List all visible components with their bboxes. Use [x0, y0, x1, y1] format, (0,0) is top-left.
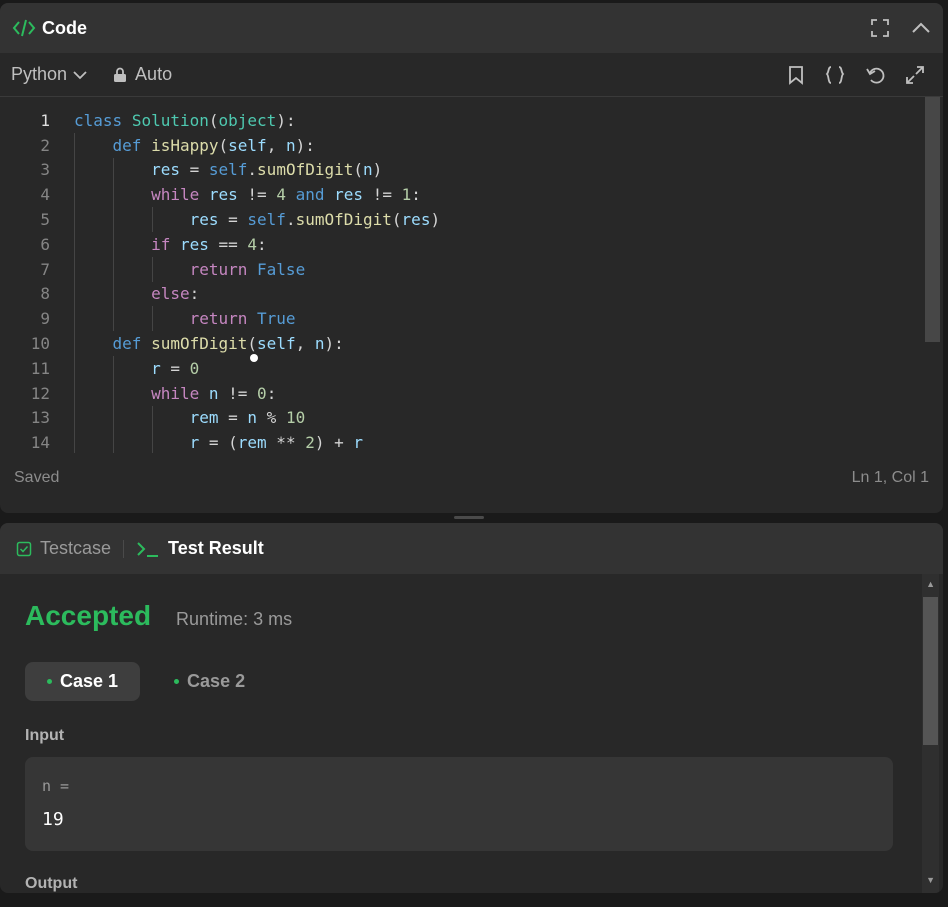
input-var-name: n = [42, 777, 70, 795]
line-number: 10 [30, 334, 50, 354]
line-number: 5 [40, 210, 50, 230]
code-line: 1 class Solution(object): [0, 108, 943, 133]
cursor-position: Ln 1, Col 1 [851, 469, 929, 486]
result-scrollbar-thumb[interactable] [923, 597, 938, 745]
code-line: 3 res = self.sumOfDigit(n) [0, 157, 943, 183]
format-braces-icon[interactable] [824, 65, 846, 85]
input-label: Input [25, 727, 65, 744]
tab-test-result-label: Test Result [168, 538, 264, 558]
tab-testcase-label: Testcase [40, 538, 112, 558]
case-1-button[interactable]: Case 1 [25, 662, 141, 701]
code-line: 13 rem = n % 10 [0, 405, 943, 431]
terminal-icon [136, 540, 160, 558]
code-line: 4 while res != 4 and res != 1: [0, 182, 943, 208]
verdict-label: Accepted [25, 600, 152, 631]
line-number: 13 [30, 408, 50, 428]
output-label: Output [25, 875, 78, 892]
line-number: 2 [40, 135, 50, 155]
line-number: 1 [40, 110, 50, 130]
mouse-cursor [250, 354, 258, 362]
fullscreen-icon[interactable] [871, 19, 889, 37]
line-number: 14 [30, 433, 50, 453]
expand-icon[interactable] [906, 65, 924, 84]
line-number: 3 [40, 160, 50, 180]
chevron-down-icon [73, 70, 87, 80]
code-header: Code [0, 3, 943, 53]
save-status: Saved [14, 469, 60, 486]
code-line: 6 if res == 4: [0, 231, 943, 257]
line-number: 4 [40, 185, 50, 205]
editor-toolbar: Python Auto [0, 53, 943, 97]
line-number: 7 [40, 259, 50, 279]
pass-dot-icon [47, 679, 52, 684]
editor-statusbar: Saved Ln 1, Col 1 [0, 453, 943, 503]
auto-mode[interactable]: Auto [113, 64, 172, 85]
result-tabs: Testcase Test Result [0, 523, 943, 574]
reset-icon[interactable] [866, 65, 886, 85]
language-label: Python [11, 64, 68, 84]
tab-testcase[interactable]: Testcase [16, 538, 111, 559]
tab-divider [123, 539, 125, 558]
case-2-button[interactable]: Case 2 [152, 662, 267, 701]
code-editor[interactable]: 1 class Solution(object): 2 def isHappy(… [0, 97, 943, 453]
input-box: n = 19 [25, 757, 893, 851]
code-title: Code [42, 17, 87, 38]
code-line: 10 def sumOfDigit(self, n): [0, 331, 943, 356]
line-number: 6 [40, 234, 50, 254]
code-line: 8 else: [0, 281, 943, 307]
bookmark-icon[interactable] [788, 65, 804, 85]
language-select[interactable]: Python [11, 64, 87, 85]
result-body: Accepted Runtime: 3 ms Case 1 Case 2 Inp… [0, 600, 943, 893]
code-line: 5 res = self.sumOfDigit(res) [0, 207, 943, 232]
line-number: 12 [30, 383, 50, 403]
result-panel: Testcase Test Result Accepted Runtime: 3… [0, 523, 943, 893]
case-1-label: Case 1 [60, 671, 119, 691]
tab-test-result[interactable]: Test Result [136, 538, 264, 559]
checkbox-icon [16, 541, 32, 557]
line-number: 8 [40, 284, 50, 304]
case-2-label: Case 2 [187, 671, 246, 691]
case-tabs: Case 1 Case 2 [25, 662, 918, 701]
line-number: 11 [30, 358, 50, 378]
code-line: 12 while n != 0: [0, 380, 943, 406]
lock-icon [113, 67, 127, 83]
scroll-up-icon[interactable]: ▲ [926, 579, 935, 589]
code-brackets-icon [12, 18, 36, 38]
runtime-label: Runtime: 3 ms [176, 609, 293, 629]
panel-resize-handle[interactable] [454, 516, 484, 519]
input-value: 19 [42, 809, 64, 830]
scroll-down-icon[interactable]: ▼ [926, 875, 935, 885]
editor-scrollbar[interactable] [925, 97, 940, 342]
auto-label: Auto [135, 64, 173, 84]
code-line: 2 def isHappy(self, n): [0, 132, 943, 158]
code-line: 7 return False [0, 256, 943, 282]
code-line: 11 r = 0 [0, 355, 943, 381]
code-panel: Code Python Auto 1 class Solution(object… [0, 3, 943, 513]
collapse-chevron-icon[interactable] [911, 21, 931, 35]
code-line: 14 r = (rem ** 2) + r [0, 430, 943, 453]
line-number: 9 [40, 309, 50, 329]
pass-dot-icon [174, 679, 180, 684]
code-line: 9 return True [0, 306, 943, 332]
